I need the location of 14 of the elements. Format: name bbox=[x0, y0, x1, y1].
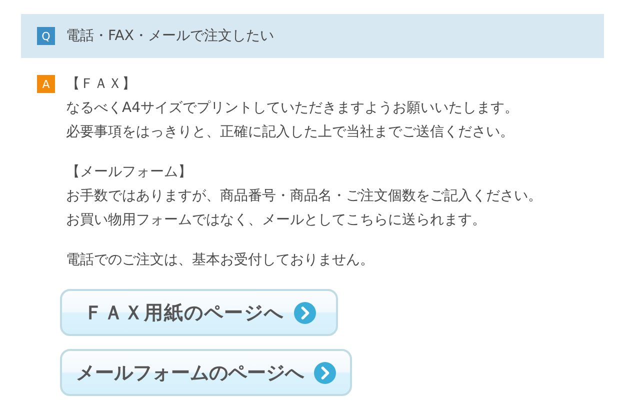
link-button[interactable]: ＦＡＸ用紙のページへ bbox=[60, 289, 338, 336]
answer-text: お手数ではありますが、商品番号・商品名・ご注文個数をご記入ください。 bbox=[66, 187, 542, 206]
answer-text: 必要事項をはっきりと、正確に記入した上で当社までご送信ください。 bbox=[66, 123, 515, 142]
question-badge: Q bbox=[37, 27, 55, 45]
question-text: 電話・FAX・メールで注文したい bbox=[66, 27, 274, 45]
answer-text: なるべくA4サイズでプリントしていただきますようお願いいたします。 bbox=[66, 99, 520, 118]
link-button[interactable]: メールフォームのページへ bbox=[60, 349, 352, 396]
chevron-right-icon bbox=[314, 362, 336, 384]
answer-text: お買い物用フォームではなく、メールとしてこちらに送られます。 bbox=[66, 211, 487, 230]
answer-text: 電話でのご注文は、基本お受付しておりません。 bbox=[66, 251, 375, 270]
section-heading: 【メールフォーム】 bbox=[66, 163, 193, 182]
section-heading: 【ＦＡＸ】 bbox=[66, 75, 137, 94]
chevron-right-icon bbox=[294, 302, 316, 324]
answer-badge: A bbox=[37, 75, 55, 93]
